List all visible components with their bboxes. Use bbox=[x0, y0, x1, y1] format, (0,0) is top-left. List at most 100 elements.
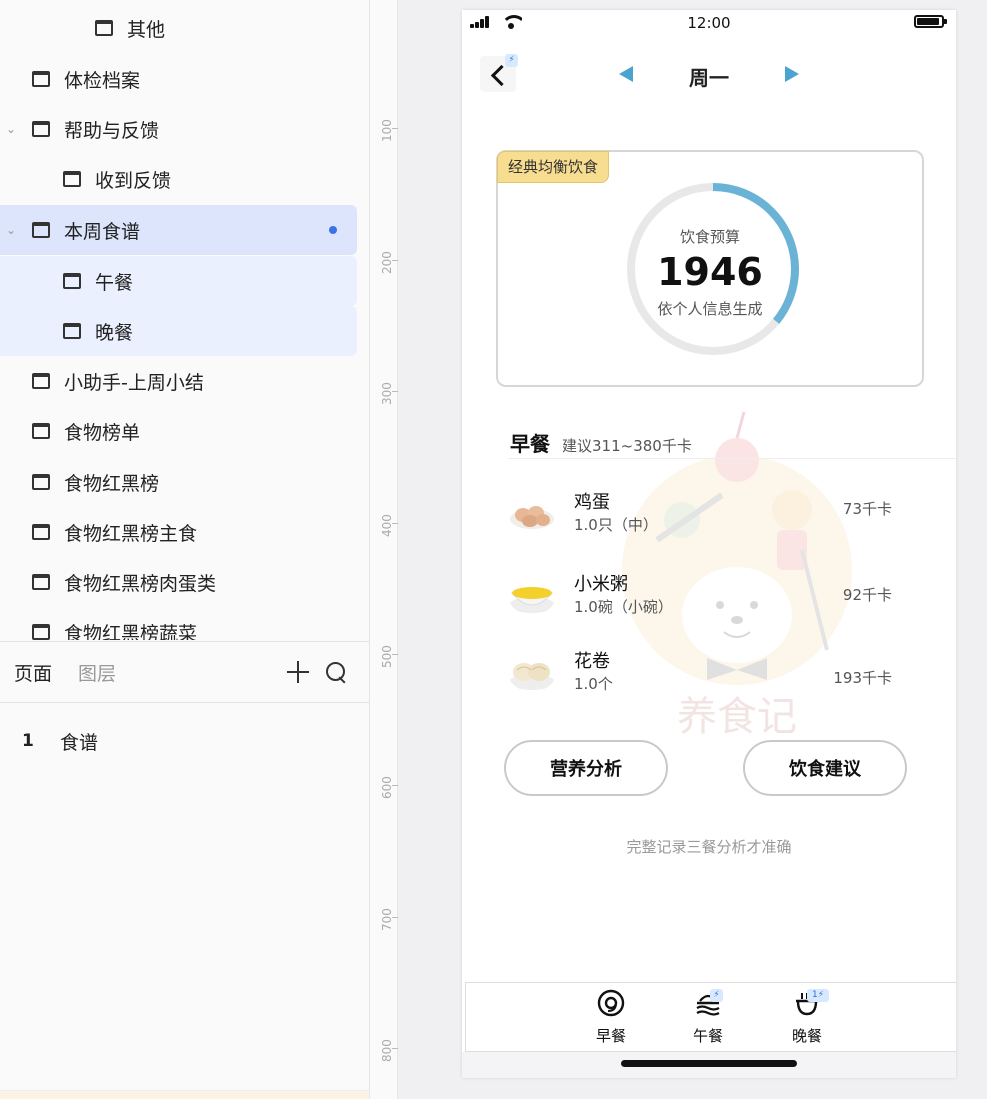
ruler-tick-label: 300 bbox=[380, 382, 394, 405]
tree-item-label: 本周食谱 bbox=[64, 220, 141, 243]
ruler-tick-label: 500 bbox=[380, 645, 394, 668]
search-icon[interactable] bbox=[325, 661, 347, 683]
tree-item-weekly-summary[interactable]: 小助手-上周小结 bbox=[0, 356, 357, 406]
page-name: 食谱 bbox=[60, 731, 99, 754]
tree-item-food-redblack-vegetable[interactable]: 食物红黑榜蔬菜 bbox=[0, 607, 357, 640]
tree-item-received-feedback[interactable]: 收到反馈 bbox=[0, 154, 357, 204]
bolt-icon: ⚡ bbox=[710, 989, 723, 1002]
budget-label: 饮食预算 bbox=[679, 228, 740, 246]
ruler-tick-label: 800 bbox=[380, 1039, 394, 1062]
ruler-tick bbox=[392, 260, 398, 261]
tree-item-dinner[interactable]: 晚餐 bbox=[0, 306, 357, 356]
meal-suggestion: 建议311~380千卡 bbox=[562, 437, 692, 455]
tree-item-label: 小助手-上周小结 bbox=[64, 371, 204, 394]
diet-plan-tag: 经典均衡饮食 bbox=[497, 151, 610, 183]
budget-note: 依个人信息生成 bbox=[657, 300, 763, 318]
tab-pages[interactable]: 页面 bbox=[14, 659, 52, 686]
chevron-down-icon[interactable]: ⌄ bbox=[4, 223, 18, 237]
food-item-steamed-roll[interactable]: 花卷 1.0个 193千卡 bbox=[508, 647, 928, 707]
tree-item-label: 食物红黑榜 bbox=[64, 472, 160, 495]
ruler-tick-label: 400 bbox=[380, 514, 394, 537]
frame-icon bbox=[32, 624, 50, 640]
tree-item-help-feedback[interactable]: ⌄ 帮助与反馈 bbox=[0, 104, 357, 154]
breakfast-icon bbox=[597, 989, 625, 1017]
nutrition-analysis-button[interactable]: 营养分析 bbox=[504, 740, 668, 796]
meal-title: 早餐 bbox=[510, 432, 550, 456]
tree-item-lunch[interactable]: 午餐 bbox=[0, 256, 357, 306]
food-name: 鸡蛋 bbox=[574, 492, 610, 513]
food-calories: 193千卡 bbox=[833, 669, 892, 687]
divider bbox=[508, 458, 956, 459]
tree-item-food-redblack-staple[interactable]: 食物红黑榜主食 bbox=[0, 507, 357, 557]
food-item-millet-porridge[interactable]: 小米粥 1.0碗（小碗） 92千卡 bbox=[508, 570, 928, 630]
diet-advice-button[interactable]: 饮食建议 bbox=[743, 740, 907, 796]
ruler-tick bbox=[392, 654, 398, 655]
layers-panel: 其他 体检档案 ⌄ 帮助与反馈 收到反馈 ⌄ 本周食谱 午餐 晚餐 小助手-上周… bbox=[0, 0, 370, 1099]
tree-item-other[interactable]: 其他 bbox=[0, 3, 357, 53]
tree-item-label: 体检档案 bbox=[64, 69, 141, 92]
ruler-tick-label: 700 bbox=[380, 908, 394, 931]
tree-item-label: 其他 bbox=[127, 18, 166, 41]
page-number: 1 bbox=[22, 731, 34, 751]
bolt-icon: 1⚡ bbox=[807, 989, 829, 1002]
food-name: 花卷 bbox=[574, 651, 610, 672]
frame-icon bbox=[63, 323, 81, 339]
tree-item-label: 食物红黑榜主食 bbox=[64, 522, 198, 545]
egg-icon bbox=[510, 506, 554, 529]
food-item-egg[interactable]: 鸡蛋 1.0只（中） 73千卡 bbox=[508, 488, 928, 548]
food-calories: 73千卡 bbox=[842, 500, 892, 518]
ruler-tick-label: 600 bbox=[380, 776, 394, 799]
frame-icon bbox=[63, 171, 81, 187]
tree-item-food-ranking[interactable]: 食物榜单 bbox=[0, 406, 357, 456]
tree-item-label: 收到反馈 bbox=[95, 169, 172, 192]
tab-label: 早餐 bbox=[595, 1027, 626, 1045]
budget-card: 经典均衡饮食 饮食预算 1946 依个人信息生成 bbox=[496, 150, 924, 387]
tree-item-food-redblack[interactable]: 食物红黑榜 bbox=[0, 457, 357, 507]
tree-item-label: 食物红黑榜肉蛋类 bbox=[64, 572, 217, 595]
tab-label: 午餐 bbox=[692, 1027, 723, 1045]
food-calories: 92千卡 bbox=[842, 586, 892, 604]
tab-lunch[interactable]: ⚡ 午餐 bbox=[678, 989, 738, 1045]
ruler-tick bbox=[392, 391, 398, 392]
day-title: 周一 bbox=[689, 66, 729, 90]
status-bar: 12:00 bbox=[462, 10, 956, 36]
tab-breakfast[interactable]: 早餐 bbox=[581, 989, 641, 1045]
tree-item-label: 帮助与反馈 bbox=[64, 119, 160, 142]
tree-item-label: 午餐 bbox=[95, 271, 134, 294]
frame-icon bbox=[32, 71, 50, 87]
budget-value: 1946 bbox=[657, 250, 763, 294]
frame-icon bbox=[32, 574, 50, 590]
food-name: 小米粥 bbox=[574, 574, 628, 595]
top-nav: ⚡ 周一 bbox=[462, 50, 956, 100]
tab-label: 晚餐 bbox=[791, 1027, 822, 1045]
ruler-tick bbox=[392, 523, 398, 524]
tree-item-weekly-recipes[interactable]: ⌄ 本周食谱 bbox=[0, 205, 357, 255]
tree-item-label: 食物榜单 bbox=[64, 421, 141, 444]
phone-artboard: 12:00 ⚡ 周一 经典均衡饮食 饮食预算 1946 依个人信息生成 养食记 … bbox=[462, 10, 956, 1078]
tree-item-food-redblack-meat-egg[interactable]: 食物红黑榜肉蛋类 bbox=[0, 557, 357, 607]
next-day-icon[interactable] bbox=[785, 66, 799, 82]
page-list-item[interactable]: 1 食谱 bbox=[0, 718, 369, 764]
status-time: 12:00 bbox=[687, 14, 731, 32]
tree-item-label: 食物红黑榜蔬菜 bbox=[64, 622, 198, 641]
home-indicator[interactable] bbox=[621, 1060, 797, 1067]
vertical-ruler: 100 200 300 400 500 600 700 800 bbox=[370, 0, 398, 1099]
tab-layers[interactable]: 图层 bbox=[78, 659, 116, 686]
chevron-down-icon[interactable]: ⌄ bbox=[4, 122, 18, 136]
tree-item-label: 晚餐 bbox=[95, 321, 134, 344]
frame-icon bbox=[32, 524, 50, 540]
steamed-roll-icon bbox=[509, 663, 555, 690]
bottom-tab-bar: 早餐 ⚡ 午餐 1⚡ 晚餐 bbox=[465, 982, 956, 1052]
ruler-tick-label: 100 bbox=[380, 119, 394, 142]
tree-item-health-records[interactable]: 体检档案 bbox=[0, 54, 357, 104]
porridge-icon bbox=[509, 587, 555, 613]
ruler-tick bbox=[392, 128, 398, 129]
add-page-icon[interactable] bbox=[286, 660, 310, 684]
tab-dinner[interactable]: 1⚡ 晚餐 bbox=[777, 989, 837, 1045]
selection-dot bbox=[329, 226, 337, 234]
battery-icon bbox=[914, 15, 947, 28]
frame-icon bbox=[63, 273, 81, 289]
panel-footer bbox=[0, 1090, 369, 1099]
frame-icon bbox=[95, 20, 113, 36]
frame-icon bbox=[32, 222, 50, 238]
